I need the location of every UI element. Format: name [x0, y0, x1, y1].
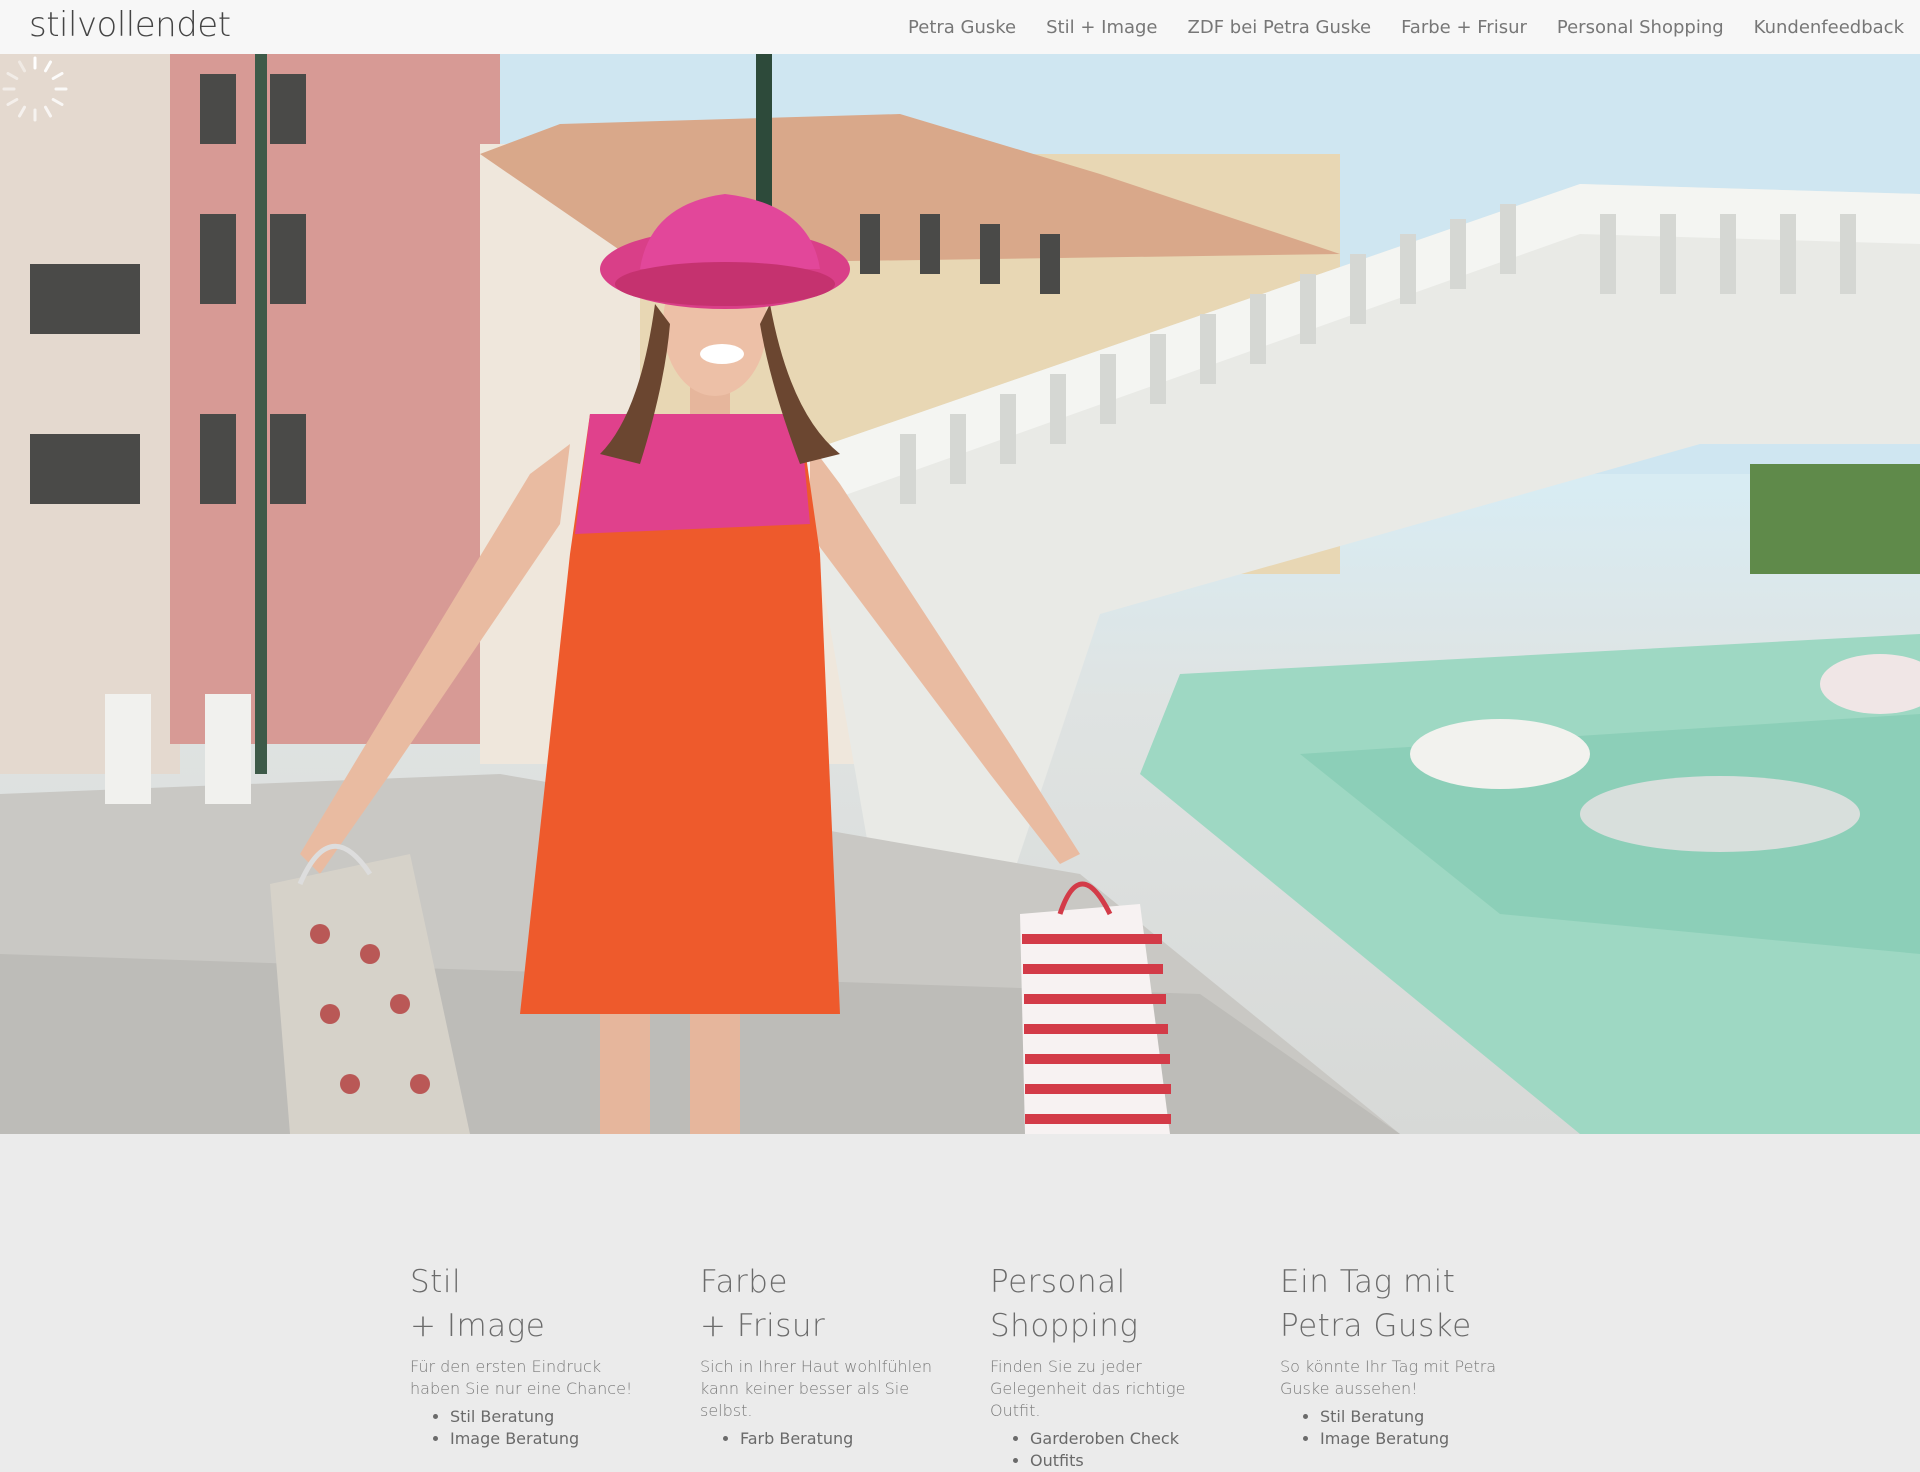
feature-farbe-frisur: Farbe + Frisur Sich in Ihrer Haut wohlfü…	[700, 1260, 940, 1450]
feature-list: Stil Beratung Image Beratung	[1280, 1406, 1520, 1450]
feature-columns: Stil + Image Für den ersten Eindruck hab…	[410, 1260, 1510, 1470]
feature-title-line2: Petra Guske	[1280, 1308, 1472, 1344]
list-item[interactable]: Stil Beratung	[1320, 1406, 1520, 1428]
nav-item-farbe-frisur[interactable]: Farbe + Frisur	[1401, 17, 1527, 38]
list-item[interactable]: Image Beratung	[450, 1428, 650, 1450]
list-item[interactable]: Farb Beratung	[740, 1428, 940, 1450]
hero-image	[0, 54, 1920, 1134]
list-item[interactable]: Outfits	[1030, 1450, 1230, 1472]
feature-personal-shopping: Personal Shopping Finden Sie zu jeder Ge…	[990, 1260, 1230, 1472]
site-header: stilvollendet Petra Guske Stil + Image Z…	[0, 0, 1920, 54]
feature-title-line1: Ein Tag mit	[1280, 1264, 1456, 1300]
main-nav: Petra Guske Stil + Image ZDF bei Petra G…	[908, 0, 1904, 54]
feature-title[interactable]: Ein Tag mit Petra Guske	[1280, 1260, 1520, 1348]
nav-item-zdf[interactable]: ZDF bei Petra Guske	[1188, 17, 1372, 38]
nav-item-petra-guske[interactable]: Petra Guske	[908, 17, 1016, 38]
hero-photo	[0, 54, 1920, 1134]
feature-text: Finden Sie zu jeder Gelegenheit das rich…	[990, 1357, 1186, 1420]
feature-title[interactable]: Farbe + Frisur	[700, 1260, 940, 1348]
feature-text: Für den ersten Eindruck haben Sie nur ei…	[410, 1357, 633, 1398]
feature-title[interactable]: Stil + Image	[410, 1260, 650, 1348]
nav-item-kundenfeedback[interactable]: Kundenfeedback	[1754, 17, 1904, 38]
feature-title-line2: + Image	[410, 1308, 546, 1344]
site-logo[interactable]: stilvollendet	[29, 5, 231, 45]
nav-item-stil-image[interactable]: Stil + Image	[1046, 17, 1157, 38]
feature-text: So könnte Ihr Tag mit Petra Guske ausseh…	[1280, 1357, 1497, 1398]
list-item[interactable]: Stil Beratung	[450, 1406, 650, 1428]
feature-ein-tag: Ein Tag mit Petra Guske So könnte Ihr Ta…	[1280, 1260, 1520, 1450]
feature-title-line2: Shopping	[990, 1308, 1139, 1344]
feature-list: Stil Beratung Image Beratung	[410, 1406, 650, 1450]
feature-stil-image: Stil + Image Für den ersten Eindruck hab…	[410, 1260, 650, 1450]
feature-list: Farb Beratung	[700, 1428, 940, 1450]
list-item[interactable]: Garderoben Check	[1030, 1428, 1230, 1450]
nav-item-personal-shopping[interactable]: Personal Shopping	[1557, 17, 1724, 38]
feature-text: Sich in Ihrer Haut wohlfühlen kann keine…	[700, 1357, 933, 1420]
feature-title-line1: Farbe	[700, 1264, 788, 1300]
feature-title-line2: + Frisur	[700, 1308, 826, 1344]
feature-list: Garderoben Check Outfits	[990, 1428, 1230, 1472]
feature-title[interactable]: Personal Shopping	[990, 1260, 1230, 1348]
feature-title-line1: Stil	[410, 1264, 462, 1300]
list-item[interactable]: Image Beratung	[1320, 1428, 1520, 1450]
loading-spinner	[2, 56, 68, 122]
feature-title-line1: Personal	[990, 1264, 1126, 1300]
